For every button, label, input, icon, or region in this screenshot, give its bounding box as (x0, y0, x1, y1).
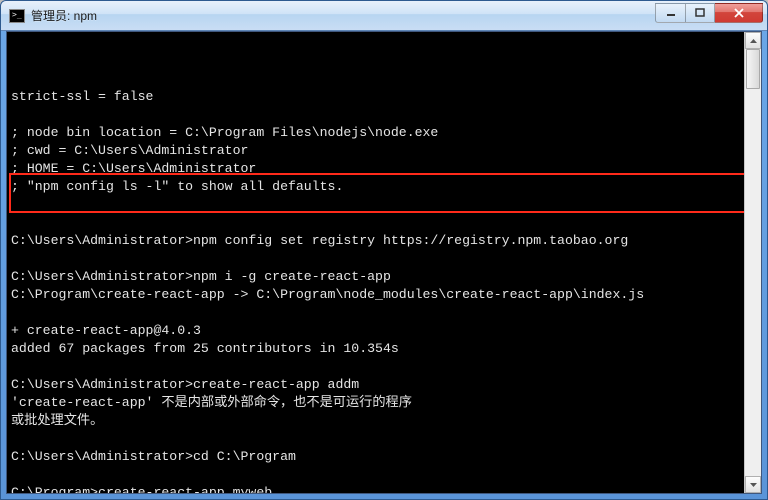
scroll-up-button[interactable] (745, 32, 761, 49)
vertical-scrollbar (744, 32, 761, 493)
scroll-down-button[interactable] (745, 476, 761, 493)
terminal-line: ; "npm config ls -l" to show all default… (11, 178, 740, 196)
terminal-line: 或批处理文件。 (11, 412, 740, 430)
terminal-line: C:\Users\Administrator>create-react-app … (11, 376, 740, 394)
terminal-line: 'create-react-app' 不是内部或外部命令，也不是可运行的程序 (11, 394, 740, 412)
terminal-line: ; HOME = C:\Users\Administrator (11, 160, 740, 178)
terminal-line: C:\Users\Administrator>npm config set re… (11, 232, 740, 250)
terminal-line (11, 358, 740, 376)
scroll-track[interactable] (745, 49, 761, 476)
terminal-line (11, 250, 740, 268)
terminal-line: ; cwd = C:\Users\Administrator (11, 142, 740, 160)
close-button[interactable] (715, 3, 763, 23)
maximize-button[interactable] (685, 3, 715, 23)
terminal-line: C:\Program\create-react-app -> C:\Progra… (11, 286, 740, 304)
terminal-line (11, 106, 740, 124)
terminal-output[interactable]: strict-ssl = false ; node bin location =… (7, 32, 744, 493)
titlebar[interactable]: 管理员: npm (1, 1, 767, 31)
terminal-line: + create-react-app@4.0.3 (11, 322, 740, 340)
terminal-line (11, 430, 740, 448)
terminal-line (11, 196, 740, 214)
terminal-line: added 67 packages from 25 contributors i… (11, 340, 740, 358)
terminal-line: C:\Users\Administrator>cd C:\Program (11, 448, 740, 466)
terminal-line (11, 466, 740, 484)
scroll-thumb[interactable] (746, 49, 760, 89)
terminal-line (11, 304, 740, 322)
window-title: 管理员: npm (31, 7, 655, 24)
terminal-line: C:\Users\Administrator>npm i -g create-r… (11, 268, 740, 286)
terminal-line: C:\Program>create-react-app myweb (11, 484, 740, 493)
client-area: strict-ssl = false ; node bin location =… (6, 31, 762, 494)
terminal-line (11, 214, 740, 232)
minimize-button[interactable] (655, 3, 685, 23)
cmd-icon (9, 9, 25, 23)
terminal-line: strict-ssl = false (11, 88, 740, 106)
console-window: 管理员: npm strict-ssl = false ; node bin l… (0, 0, 768, 500)
window-controls (655, 3, 763, 25)
terminal-line: ; node bin location = C:\Program Files\n… (11, 124, 740, 142)
